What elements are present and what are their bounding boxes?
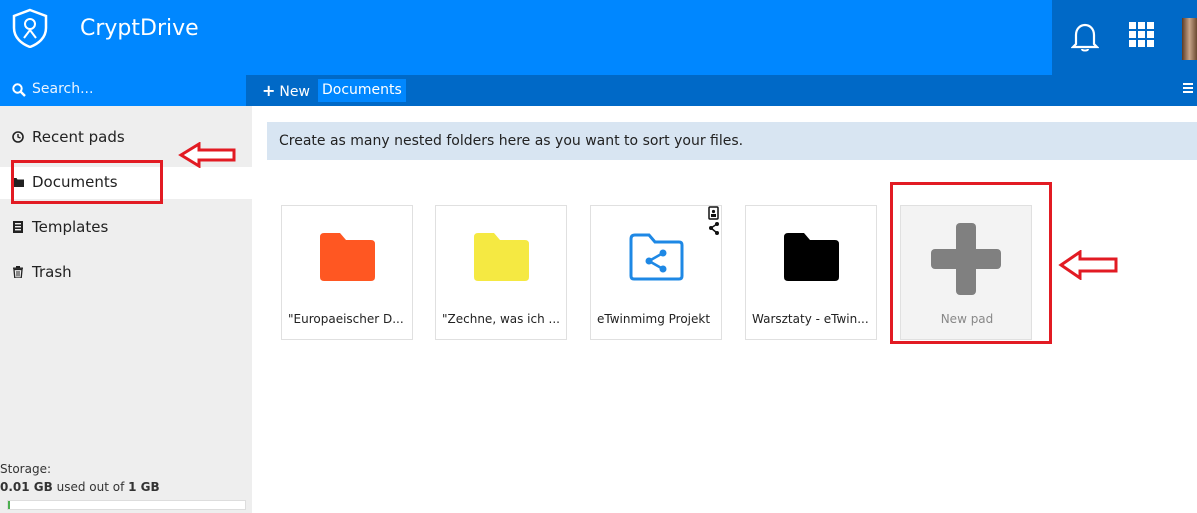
new-button-label: New [279, 84, 310, 100]
sidebar-item-templates[interactable]: Templates [0, 212, 252, 244]
cryptpad-logo-icon[interactable] [10, 8, 50, 48]
user-avatar[interactable] [1182, 18, 1197, 60]
storage-middle-text: used out of [52, 480, 129, 494]
sidebar-item-label: Templates [32, 218, 109, 236]
storage-progress-bar [7, 500, 246, 510]
trash-icon [13, 266, 23, 278]
tile-name: "Europaeischer D... [288, 312, 404, 326]
sidebar-item-trash[interactable]: Trash [0, 257, 252, 289]
toolbar: Search... + New Documents [0, 75, 1197, 106]
apps-grid-icon[interactable] [1129, 22, 1155, 48]
info-text: Create as many nested folders here as yo… [279, 133, 744, 149]
folder-icon [474, 233, 529, 281]
tile-name: eTwinmimg Projekt [597, 312, 711, 326]
shared-folder-icon [629, 233, 684, 281]
shared-folder-tile[interactable]: eTwinmimg Projekt [590, 205, 722, 340]
list-view-icon[interactable] [1183, 83, 1193, 95]
storage-used: 0.01 GB [0, 480, 53, 494]
folder-tile[interactable]: Warsztaty - eTwin... [745, 205, 877, 340]
plus-icon: + [262, 81, 276, 100]
storage-usage: 0.01 GB used out of 1 GB [0, 480, 160, 494]
bell-icon[interactable] [1071, 22, 1099, 52]
annotation-arrow-left-icon [1058, 250, 1118, 280]
app-title: CryptDrive [80, 16, 199, 41]
search-input[interactable]: Search... [0, 75, 246, 106]
search-icon [12, 83, 26, 97]
storage-label: Storage: [0, 462, 51, 476]
annotation-arrow-left-icon [178, 142, 236, 168]
shared-badge-icon [708, 206, 719, 235]
top-right-controls [1052, 0, 1197, 75]
folder-tile[interactable]: "Zechne, was ich ... [435, 205, 567, 340]
sidebar-item-label: Recent pads [32, 128, 125, 146]
folder-icon [784, 233, 839, 281]
storage-progress-fill [8, 501, 11, 509]
folder-icon [320, 233, 375, 281]
storage-total: 1 GB [128, 480, 160, 494]
template-icon [13, 221, 23, 233]
search-placeholder: Search... [32, 81, 94, 97]
tile-name: "Zechne, was ich ... [442, 312, 560, 326]
new-button[interactable]: + New [256, 75, 316, 106]
clock-icon [12, 131, 24, 143]
annotation-highlight-new-pad [890, 182, 1052, 344]
breadcrumb-documents[interactable]: Documents [318, 79, 406, 102]
info-banner: Create as many nested folders here as yo… [267, 122, 1197, 160]
annotation-highlight-documents [11, 160, 163, 204]
folder-tile[interactable]: "Europaeischer D... [281, 205, 413, 340]
sidebar-item-label: Trash [32, 263, 72, 281]
top-bar: CryptDrive [0, 0, 1197, 75]
tile-name: Warsztaty - eTwin... [752, 312, 869, 326]
